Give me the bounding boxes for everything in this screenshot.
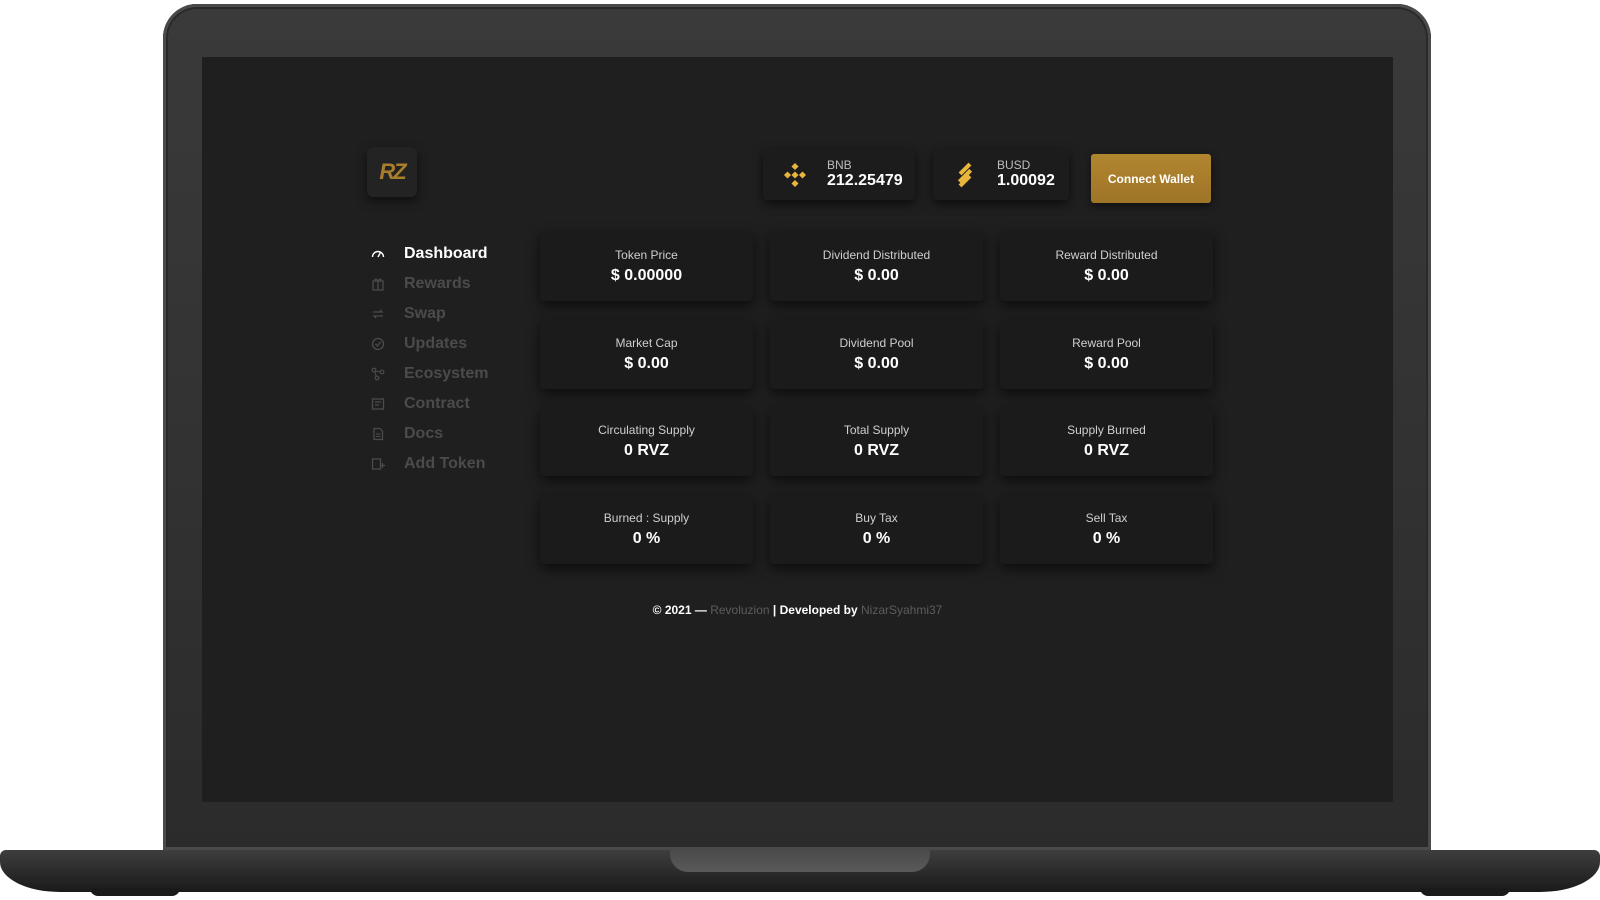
stat-value: $ 0.00	[1084, 267, 1129, 284]
sidebar-item-label: Updates	[404, 335, 468, 352]
stat-value: $ 0.00	[854, 267, 899, 284]
sidebar-item-updates[interactable]: Updates	[370, 329, 489, 359]
footer-developer-link[interactable]: NizarSyahmi37	[861, 603, 942, 617]
updates-icon	[370, 336, 386, 352]
stat-value: $ 0.00	[1084, 355, 1129, 372]
stat-label: Reward Distributed	[1055, 248, 1158, 262]
footer-developed-by: | Developed by	[772, 603, 858, 617]
stat-label: Dividend Pool	[839, 336, 914, 350]
busd-price-card: BUSD 1.00092	[933, 149, 1069, 200]
stat-label: Total Supply	[843, 423, 910, 437]
stat-value: 0 RVZ	[1083, 442, 1130, 459]
sidebar-item-label: Docs	[404, 425, 444, 442]
stat-value: 0 RVZ	[853, 442, 900, 459]
stat-market-cap: Market Cap $ 0.00	[540, 319, 753, 389]
laptop-notch	[670, 850, 930, 872]
sidebar-item-label: Add Token	[404, 455, 486, 472]
sidebar-item-label: Ecosystem	[404, 365, 489, 382]
sidebar-item-dashboard[interactable]: Dashboard	[370, 239, 489, 269]
connect-wallet-button[interactable]: Connect Wallet	[1091, 154, 1211, 203]
app-logo[interactable]: RZ	[367, 147, 417, 197]
stat-reward-distributed: Reward Distributed $ 0.00	[1000, 231, 1213, 301]
docs-icon	[370, 426, 386, 442]
footer-brand-link[interactable]: Revoluzion	[710, 603, 769, 617]
stat-label: Dividend Distributed	[822, 248, 931, 262]
bnb-label: BNB	[827, 158, 852, 172]
stat-dividend-distributed: Dividend Distributed $ 0.00	[770, 231, 983, 301]
footer: © 2021 — Revoluzion | Developed by Nizar…	[202, 603, 1393, 617]
footer-copyright: © 2021 —	[652, 603, 707, 617]
logo-mark: RZ	[379, 159, 406, 184]
contract-icon	[370, 396, 386, 412]
stat-reward-pool: Reward Pool $ 0.00	[1000, 319, 1213, 389]
stat-supply-burned: Supply Burned 0 RVZ	[1000, 406, 1213, 476]
stat-value: $ 0.00	[854, 355, 899, 372]
binance-diamond-icon	[781, 161, 809, 189]
sidebar-item-label: Dashboard	[404, 245, 488, 262]
speedometer-icon	[370, 246, 386, 262]
stat-value: 0 %	[632, 530, 661, 547]
rewards-icon	[370, 276, 386, 292]
busd-label: BUSD	[997, 158, 1031, 172]
bnb-price-card: BNB 212.25479	[763, 149, 915, 200]
stat-buy-tax: Buy Tax 0 %	[770, 494, 983, 564]
stat-label: Circulating Supply	[598, 423, 695, 437]
ecosystem-icon	[370, 366, 386, 382]
stat-value: 0 %	[862, 530, 891, 547]
stat-sell-tax: Sell Tax 0 %	[1000, 494, 1213, 564]
stat-label: Supply Burned	[1067, 423, 1146, 437]
laptop-foot-right	[1420, 888, 1510, 896]
sidebar-item-swap[interactable]: Swap	[370, 299, 489, 329]
sidebar-item-contract[interactable]: Contract	[370, 389, 489, 419]
stat-total-supply: Total Supply 0 RVZ	[770, 406, 983, 476]
sidebar-nav: Dashboard Rewards Swap Updates Ecosystem	[370, 239, 489, 479]
stat-label: Reward Pool	[1072, 336, 1141, 350]
stat-dividend-pool: Dividend Pool $ 0.00	[770, 319, 983, 389]
stat-circulating-supply: Circulating Supply 0 RVZ	[540, 406, 753, 476]
app-screen: RZ BNB 212.25479 BUSD 1.00092 Connect Wa…	[202, 57, 1393, 802]
busd-value: 1.00092	[997, 172, 1055, 189]
sidebar-item-add-token[interactable]: Add Token	[370, 449, 489, 479]
sidebar-item-label: Swap	[404, 305, 446, 322]
sidebar-item-rewards[interactable]: Rewards	[370, 269, 489, 299]
stat-value: 0 RVZ	[623, 442, 670, 459]
add-token-icon	[370, 456, 386, 472]
stat-label: Market Cap	[615, 336, 678, 350]
sidebar-item-ecosystem[interactable]: Ecosystem	[370, 359, 489, 389]
stat-value: $ 0.00000	[610, 267, 683, 284]
sidebar-item-label: Contract	[404, 395, 470, 412]
bnb-value: 212.25479	[827, 172, 903, 189]
stat-label: Token Price	[615, 248, 678, 262]
stat-label: Burned : Supply	[603, 511, 690, 525]
stat-token-price: Token Price $ 0.00000	[540, 231, 753, 301]
stat-label: Sell Tax	[1085, 511, 1128, 525]
sidebar-item-label: Rewards	[404, 275, 471, 292]
stat-label: Buy Tax	[855, 511, 898, 525]
laptop-foot-left	[90, 888, 180, 896]
stat-burned-supply: Burned : Supply 0 %	[540, 494, 753, 564]
sidebar-item-docs[interactable]: Docs	[370, 419, 489, 449]
stat-value: $ 0.00	[624, 355, 669, 372]
binance-stripes-icon	[951, 161, 979, 189]
swap-icon	[370, 306, 386, 322]
stat-value: 0 %	[1092, 530, 1121, 547]
